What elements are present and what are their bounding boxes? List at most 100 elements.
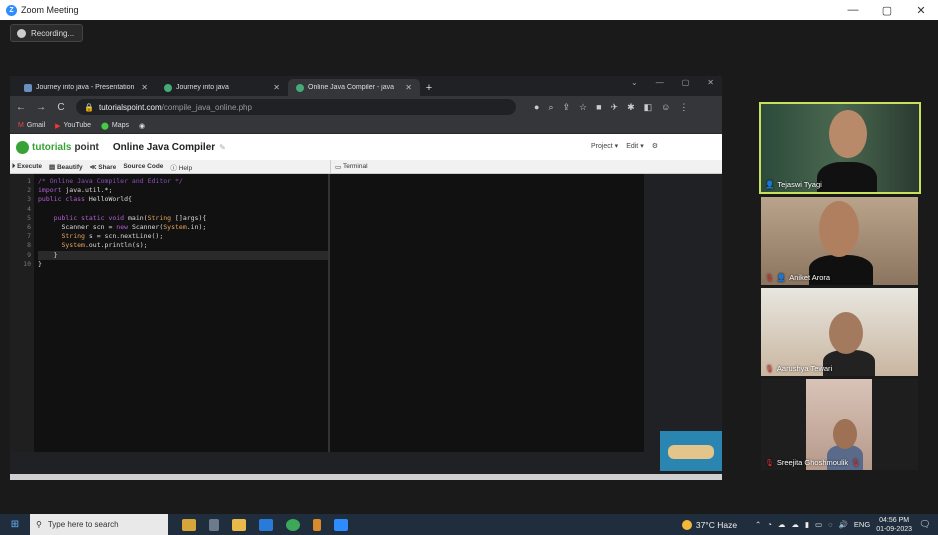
terminal-label: Terminal	[342, 163, 368, 170]
youtube-icon: ▶	[55, 122, 61, 130]
code-line: import java.util.*;	[38, 186, 113, 195]
tray-app-icon[interactable]: ▮	[805, 520, 809, 529]
minimize-icon[interactable]: —	[836, 0, 870, 20]
code-line: System.out.println(s);	[61, 241, 148, 250]
participant-icon: 👤	[765, 180, 775, 189]
execute-button[interactable]: ⏵ Execute	[12, 163, 42, 171]
zoom-title-bar: Z Zoom Meeting — ▢ ✕	[0, 0, 938, 20]
code-editor[interactable]: 1 2 3 4 5 6 7 8 9 10 /* Online Java Comp…	[10, 174, 328, 452]
language-indicator[interactable]: ENG	[854, 520, 870, 529]
url-input[interactable]: 🔒 tutorialspoint.com/compile_java_online…	[76, 99, 516, 115]
code-line: /* Online Java Compiler and Editor */	[38, 177, 183, 185]
browser-maximize-icon[interactable]: ▢	[682, 78, 690, 87]
bookmark-maps[interactable]: ⬤ Maps	[101, 122, 129, 130]
lock-icon: 🔒	[84, 102, 94, 112]
google-icon[interactable]: ●	[534, 102, 539, 113]
maximize-icon[interactable]: ▢	[870, 0, 904, 20]
participant-tile[interactable]: 🎙 👤 Aniket Arora	[761, 197, 918, 285]
terminal-icon: ▭	[335, 163, 342, 171]
gmail-icon: M	[18, 122, 24, 129]
tab-journey[interactable]: Journey into java ✕	[156, 79, 288, 96]
cloud-icon[interactable]: ☁	[791, 520, 799, 529]
recording-indicator[interactable]: Recording...	[10, 24, 84, 42]
share-icon[interactable]: ⇪	[562, 102, 570, 113]
zoom-taskbar-icon[interactable]	[334, 518, 348, 531]
settings-gear-icon[interactable]: ⚙	[652, 142, 658, 150]
system-tray: 37°C Haze ⌃ ◔ ☁ ☁ ▮ ▭ ◌ 🔊 ENG 04:56 PM 0…	[681, 514, 938, 535]
chrome-web-store-icon[interactable]: ◉	[139, 122, 145, 130]
participant-icon: 👤	[776, 273, 787, 282]
help-button[interactable]: ⓘ Help	[170, 162, 192, 172]
edit-menu[interactable]: Edit ▾	[626, 142, 644, 150]
battery-icon[interactable]: ▭	[815, 520, 822, 529]
tab-search-icon[interactable]: ⌄	[631, 78, 638, 87]
tab-close-icon[interactable]: ✕	[405, 83, 412, 92]
tutorialspoint-favicon-icon	[296, 83, 304, 92]
tab-close-icon[interactable]: ✕	[141, 83, 148, 92]
network-icon[interactable]: ◌	[828, 520, 832, 529]
bookmark-youtube[interactable]: ▶ YouTube	[55, 122, 91, 130]
terminal-output[interactable]	[328, 174, 644, 452]
share-button[interactable]: ≪ Share	[90, 163, 117, 171]
volume-icon[interactable]: 🔊	[839, 520, 848, 529]
onedrive-icon[interactable]: ☁	[778, 520, 786, 529]
mail-icon[interactable]	[259, 518, 273, 531]
muted-mic-icon: 🎙	[765, 365, 774, 373]
browser-tab-bar: Journey into java - Presentation ✕ Journ…	[10, 76, 722, 96]
tab-presentation[interactable]: Journey into java - Presentation ✕	[16, 79, 156, 96]
code-text: /* Online Java Compiler and Editor */imp…	[34, 174, 328, 452]
menu-kebab-icon[interactable]: ⋮	[679, 102, 688, 113]
code-line: }	[38, 259, 42, 268]
app-icon[interactable]	[313, 518, 321, 531]
participant-tile[interactable]: 🎙 Sreejita Ghoshmoulik 🎙	[761, 379, 918, 470]
bookmark-star-icon[interactable]: ☆	[579, 102, 587, 113]
browser-close-icon[interactable]: ✕	[707, 78, 714, 87]
new-tab-button[interactable]: +	[420, 79, 438, 96]
compiler-toolbar: ⏵ Execute ▤ Beautify ≪ Share Source Code…	[10, 159, 722, 174]
chevron-up-icon[interactable]: ⌃	[755, 520, 761, 529]
clock[interactable]: 04:56 PM 01-09-2023	[876, 516, 912, 534]
participant-tile[interactable]: 🎙 Aarushya Tewari	[761, 288, 918, 376]
code-line: String s = scn.nextLine();	[61, 232, 164, 241]
chrome-icon[interactable]	[286, 518, 300, 531]
back-icon[interactable]: ←	[16, 102, 26, 113]
maps-icon: ⬤	[101, 122, 109, 130]
zoom-search-icon[interactable]: ⌕	[548, 102, 553, 113]
taskbar-search-input[interactable]: ⚲ Type here to search	[30, 514, 168, 535]
tab-close-icon[interactable]: ✕	[273, 83, 280, 92]
notifications-icon[interactable]: 🗨	[918, 519, 932, 530]
zoom-logo-icon: Z	[6, 4, 17, 16]
edit-title-icon[interactable]: ✎	[219, 143, 226, 152]
extension-icon[interactable]: ■	[596, 102, 601, 113]
profile-icon[interactable]: ☺	[661, 102, 670, 113]
address-bar: ← → C 🔒 tutorialspoint.com/compile_java_…	[10, 96, 722, 118]
task-view-icon[interactable]	[209, 518, 219, 531]
recording-icon	[17, 28, 26, 38]
puzzle-icon[interactable]: ✱	[627, 102, 635, 113]
search-icon: ⚲	[36, 520, 42, 529]
tab-online-compiler[interactable]: Online Java Compiler - java ✕	[288, 79, 420, 96]
project-menu[interactable]: Project ▾	[591, 142, 618, 150]
tutorialspoint-logo[interactable]: tutorials point	[16, 140, 99, 154]
reload-icon[interactable]: C	[56, 102, 66, 113]
participant-tile[interactable]: 👤 Tejaswi Tyagi	[759, 102, 921, 194]
app-icon[interactable]	[182, 518, 196, 531]
close-icon[interactable]: ✕	[904, 0, 938, 20]
weather-widget[interactable]: 37°C Haze	[681, 519, 737, 530]
extension-icon[interactable]: ✈	[611, 102, 619, 113]
recording-label: Recording...	[31, 28, 75, 38]
windows-start-icon[interactable]: ⊞	[0, 519, 30, 530]
weather-sun-icon	[681, 519, 692, 530]
file-explorer-icon[interactable]	[232, 518, 246, 531]
sidepanel-icon[interactable]: ◧	[644, 102, 653, 113]
source-code-button[interactable]: Source Code	[123, 163, 163, 170]
slides-favicon-icon	[24, 83, 32, 92]
browser-minimize-icon[interactable]: —	[656, 78, 664, 87]
bookmark-gmail[interactable]: M Gmail	[18, 122, 45, 129]
line-numbers: 1 2 3 4 5 6 7 8 9 10	[10, 174, 34, 452]
beautify-button[interactable]: ▤ Beautify	[49, 163, 83, 171]
forward-icon[interactable]: →	[36, 102, 46, 113]
code-line: public static void main(String []args){	[53, 213, 207, 222]
tray-app-icon[interactable]: ◔	[767, 520, 772, 529]
